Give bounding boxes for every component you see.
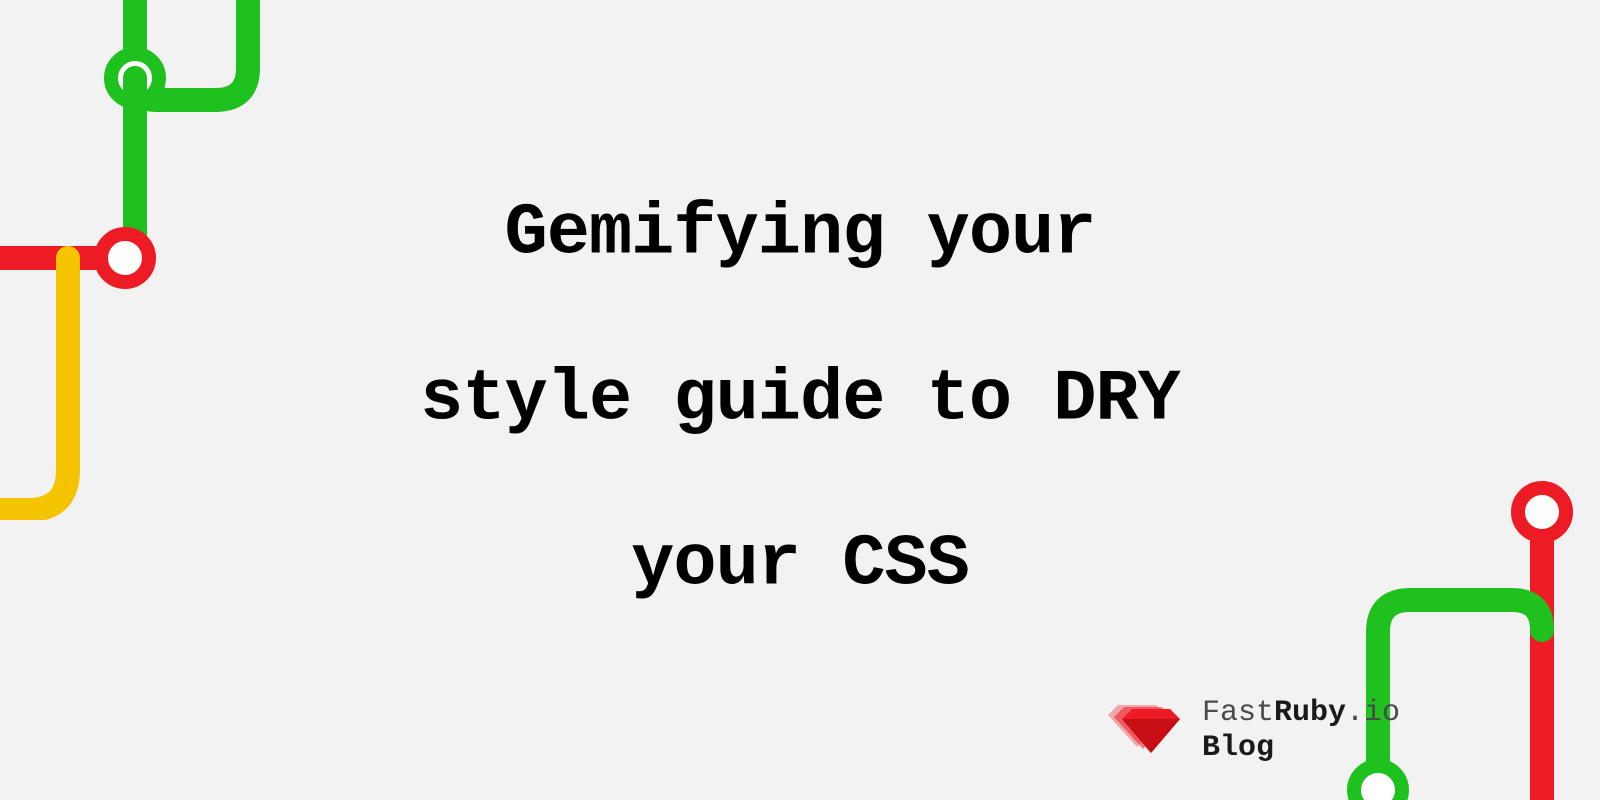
brand-logo: FastRuby.io Blog [1108,696,1400,765]
page-title: Gemifying your style guide to DRY your C… [400,152,1200,649]
brand-text: FastRuby.io Blog [1202,696,1400,765]
brand-subtitle: Blog [1202,731,1400,766]
brand-name: FastRuby.io [1202,696,1400,731]
ruby-gem-icon [1108,701,1184,761]
subway-lines-top-left [0,0,280,520]
